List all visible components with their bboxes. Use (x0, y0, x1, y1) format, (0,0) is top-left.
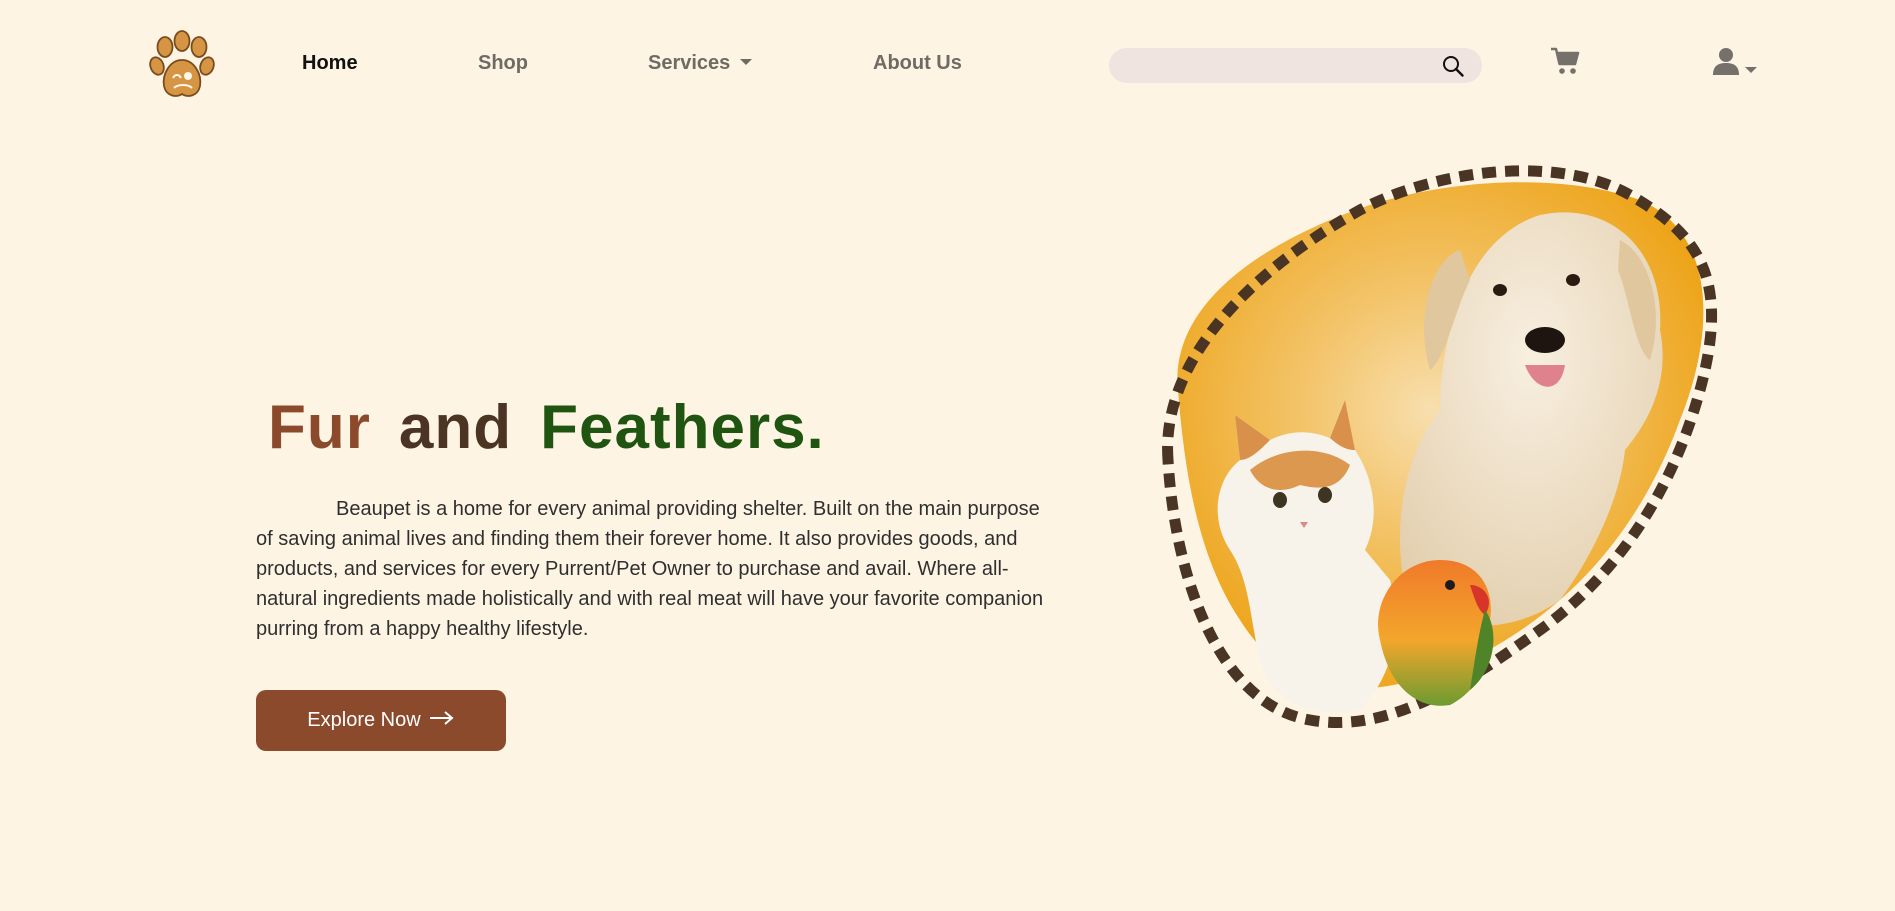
nav-link-shop[interactable]: Shop (478, 52, 528, 75)
cart-icon[interactable] (1550, 46, 1580, 76)
nav-link-about-us[interactable]: About Us (873, 52, 962, 75)
hero-title-word-3: Feathers. (540, 393, 825, 462)
user-icon (1713, 48, 1757, 75)
search-bar (1109, 48, 1482, 83)
search-input[interactable] (1127, 48, 1427, 83)
explore-now-label: Explore Now (307, 709, 421, 731)
nav-link-services-label: Services (648, 52, 731, 74)
nav-link-home[interactable]: Home (302, 52, 358, 75)
hero-pets-illustration (1140, 160, 1760, 750)
hero-title: Fur and Feathers. (268, 392, 825, 463)
user-menu[interactable] (1713, 47, 1761, 77)
paw-logo-icon[interactable] (148, 30, 216, 100)
hero-title-word-1: Fur (268, 393, 371, 462)
top-navbar: Home Shop Services About Us (0, 0, 1895, 130)
hero-description: Beaupet is a home for every animal provi… (256, 498, 1044, 640)
explore-now-button[interactable]: Explore Now (256, 690, 506, 751)
hero-title-word-2: and (398, 393, 513, 462)
search-icon[interactable] (1442, 55, 1464, 77)
nav-link-services[interactable]: Services (648, 52, 753, 75)
chevron-down-icon (740, 59, 753, 65)
arrow-right-icon (429, 709, 455, 732)
